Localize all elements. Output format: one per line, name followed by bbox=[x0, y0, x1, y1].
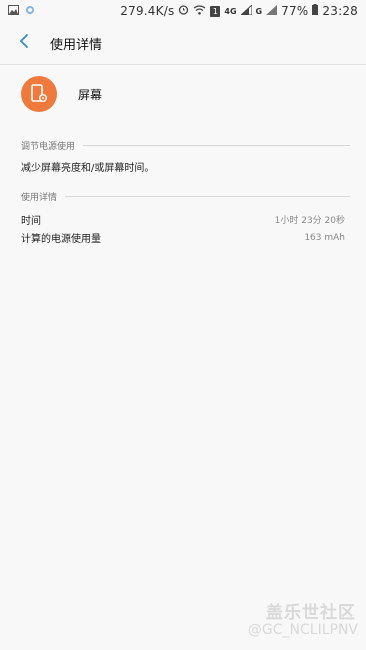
signal-icon bbox=[239, 3, 253, 18]
app-bar: 使用详情 bbox=[0, 22, 366, 65]
clock: 23:28 bbox=[322, 4, 358, 18]
wifi-icon bbox=[193, 4, 206, 18]
watermark-logo: 盖乐世社区 bbox=[266, 603, 356, 623]
sim-indicator: 1 bbox=[210, 5, 221, 17]
alarm-icon bbox=[178, 4, 189, 18]
divider bbox=[65, 196, 350, 197]
network-speed: 279.4K/s bbox=[120, 4, 175, 18]
power-saving-tip: 减少屏幕亮度和/或屏幕时间。 bbox=[21, 163, 155, 174]
divider bbox=[83, 145, 350, 146]
detail-row-power: 计算的电源使用量 163 mAh bbox=[21, 230, 345, 246]
gallery-icon bbox=[8, 4, 19, 18]
back-arrow-icon bbox=[18, 33, 30, 53]
detail-value: 1小时 23分 20秒 bbox=[274, 216, 345, 226]
detail-label: 时间 bbox=[21, 216, 41, 227]
section-header-adjust: 调节电源使用 bbox=[21, 139, 350, 152]
battery-percent: 77% bbox=[281, 4, 309, 18]
watermark-user: @GC_NCLILPNV bbox=[247, 622, 358, 638]
section-label-adjust: 调节电源使用 bbox=[21, 142, 76, 152]
screen-settings-icon bbox=[21, 76, 57, 112]
detail-label: 计算的电源使用量 bbox=[21, 234, 101, 245]
back-button[interactable] bbox=[2, 22, 46, 64]
detail-row-time: 时间 1小时 23分 20秒 bbox=[21, 212, 345, 227]
app-summary: 屏幕 bbox=[0, 70, 366, 118]
app-name: 屏幕 bbox=[78, 87, 103, 102]
battery-icon bbox=[312, 4, 319, 18]
section-label-details: 使用详情 bbox=[21, 193, 58, 203]
section-header-details: 使用详情 bbox=[21, 190, 350, 203]
status-bar: 279.4K/s 1 4G G 77% 23:28 bbox=[0, 0, 366, 22]
page-title: 使用详情 bbox=[50, 37, 103, 53]
g-label: G bbox=[255, 6, 263, 16]
detail-value: 163 mAh bbox=[304, 232, 345, 243]
signal-icon-2 bbox=[266, 4, 278, 18]
sync-icon bbox=[25, 4, 35, 18]
lte-label: 4G bbox=[224, 6, 237, 16]
